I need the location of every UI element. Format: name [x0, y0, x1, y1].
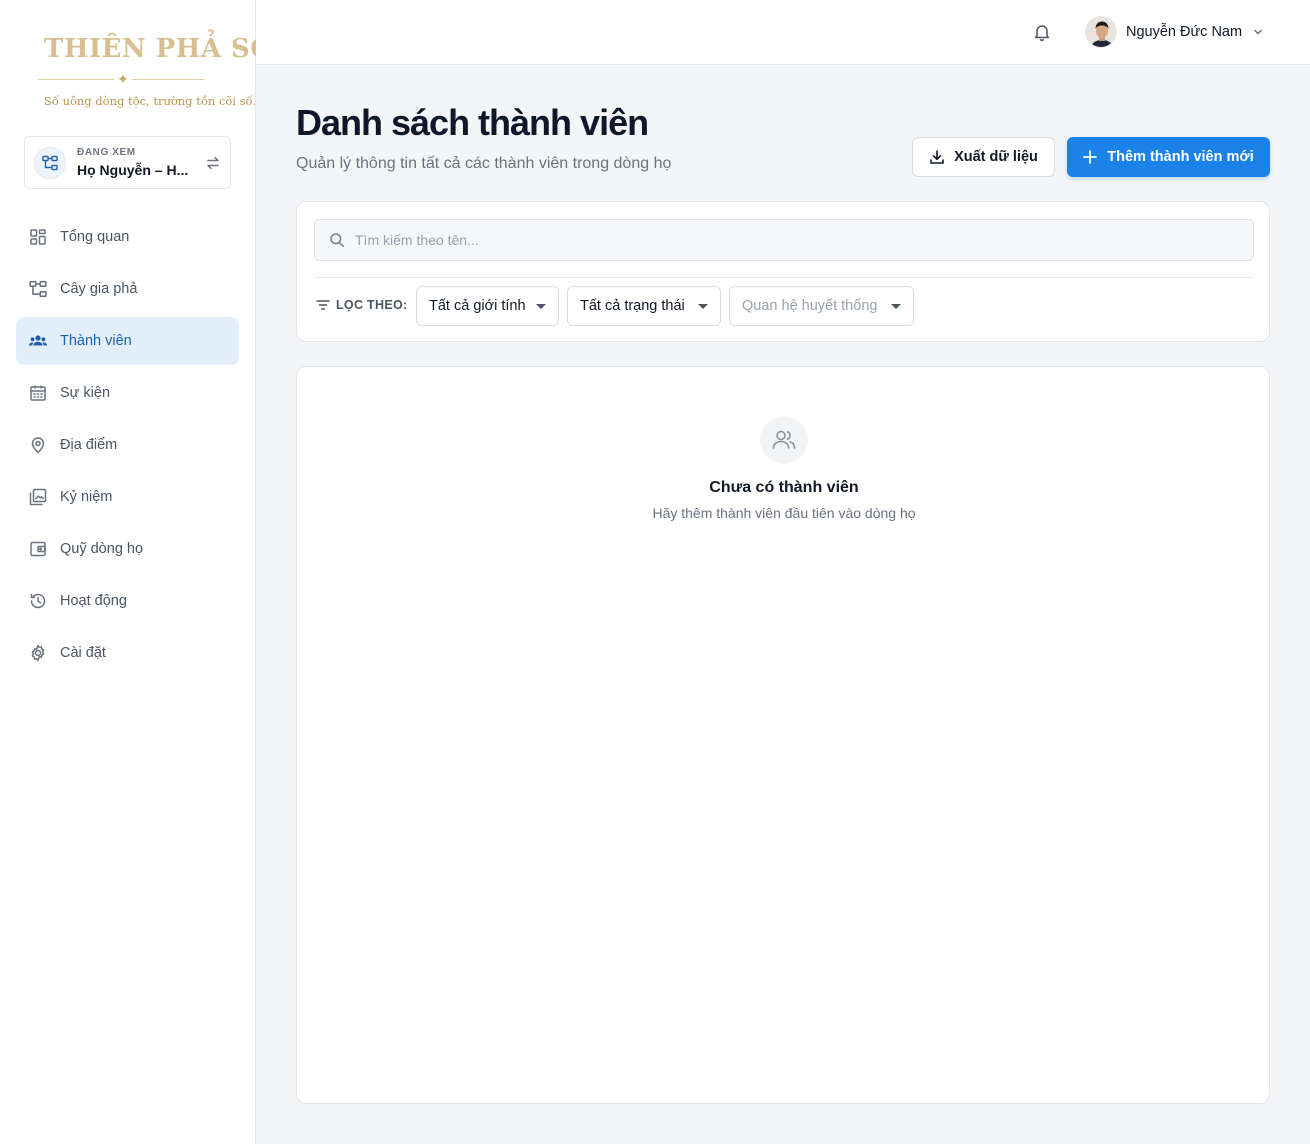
caret-down-icon — [536, 304, 546, 309]
sidebar-item-members[interactable]: Thành viên — [16, 317, 239, 365]
sidebar-item-memories[interactable]: Kỷ niệm — [16, 473, 239, 521]
filter-divider — [314, 277, 1254, 278]
sidebar-item-label: Quỹ dòng họ — [60, 541, 144, 557]
sidebar-item-label: Thành viên — [60, 333, 132, 349]
filter-label-text: LỌC THEO: — [336, 298, 408, 312]
dashboard-icon — [28, 227, 48, 247]
location-pin-icon — [28, 435, 48, 455]
export-data-label: Xuất dữ liệu — [954, 149, 1038, 165]
search-box — [314, 219, 1254, 261]
search-input[interactable] — [355, 220, 1235, 260]
sidebar-item-label: Kỷ niệm — [60, 489, 113, 505]
avatar — [1085, 16, 1117, 48]
filter-panel: LỌC THEO: Tất cả giới tính Tất cả trạng … — [296, 201, 1270, 342]
member-list: Chưa có thành viên Hãy thêm thành viên đ… — [296, 366, 1270, 1104]
caret-down-icon — [891, 304, 901, 309]
swap-icon[interactable] — [204, 154, 222, 172]
sidebar-item-family-tree[interactable]: Cây gia phả — [16, 265, 239, 313]
family-tree-icon — [34, 147, 66, 179]
current-clan-name: Họ Nguyễn – H... — [77, 162, 189, 178]
relation-filter-select[interactable]: Quan hệ huyết thống — [729, 286, 914, 326]
brand-title: THIÊN PHẢ SỐ — [44, 34, 274, 64]
export-data-button[interactable]: Xuất dữ liệu — [912, 137, 1055, 177]
empty-state-title: Chưa có thành viên — [709, 479, 859, 496]
sidebar-item-label: Địa điểm — [60, 437, 118, 453]
sidebar-item-label: Sự kiện — [60, 385, 111, 401]
sidebar-item-overview[interactable]: Tổng quan — [16, 213, 239, 261]
sidebar-nav: Tổng quan Cây gia phả Thành viên Sự kiện… — [16, 213, 239, 681]
clan-switcher[interactable]: ĐANG XEM Họ Nguyễn – H... — [24, 136, 231, 189]
gender-filter-select[interactable]: Tất cả giới tính — [416, 286, 559, 326]
page-subtitle: Quản lý thông tin tất cả các thành viên … — [296, 155, 672, 172]
top-bar: Nguyễn Đức Nam — [256, 0, 1310, 65]
add-member-label: Thêm thành viên mới — [1107, 149, 1254, 165]
user-name: Nguyễn Đức Nam — [1126, 24, 1243, 40]
sidebar-item-events[interactable]: Sự kiện — [16, 369, 239, 417]
sidebar-item-label: Hoạt động — [60, 593, 127, 609]
page-title: Danh sách thành viên — [296, 102, 649, 143]
viewing-caption: ĐANG XEM — [77, 147, 136, 158]
sidebar-item-activity[interactable]: Hoạt động — [16, 577, 239, 625]
status-filter-select[interactable]: Tất cả trạng thái — [567, 286, 721, 326]
sidebar-item-settings[interactable]: Cài đặt — [16, 629, 239, 677]
sidebar-item-locations[interactable]: Địa điểm — [16, 421, 239, 469]
sidebar-item-clan-fund[interactable]: Quỹ dòng họ — [16, 525, 239, 573]
sidebar-item-label: Cây gia phả — [60, 281, 138, 297]
sidebar-item-label: Cài đặt — [60, 645, 106, 661]
calendar-icon — [28, 383, 48, 403]
download-icon — [930, 150, 944, 164]
brand-logo[interactable]: THIÊN PHẢ SỐ ✦ Số uông dòng tộc, trường … — [36, 32, 273, 116]
sparkle-icon: ✦ — [114, 70, 132, 88]
group-outline-icon — [760, 416, 808, 464]
sidebar-item-label: Tổng quan — [60, 229, 130, 245]
relation-filter-placeholder: Quan hệ huyết thống — [742, 298, 878, 314]
plus-icon — [1083, 150, 1098, 164]
history-icon — [28, 591, 48, 611]
add-member-button[interactable]: Thêm thành viên mới — [1067, 137, 1270, 177]
gear-icon — [28, 643, 48, 663]
gender-filter-value: Tất cả giới tính — [429, 298, 526, 314]
wallet-icon — [28, 539, 48, 559]
search-icon — [330, 233, 344, 247]
photo-library-icon — [28, 487, 48, 507]
status-filter-value: Tất cả trạng thái — [580, 298, 685, 314]
chevron-down-icon — [1254, 29, 1262, 35]
brand-slogan: Số uông dòng tộc, trường tồn cõi số. — [44, 94, 257, 108]
user-menu[interactable]: Nguyễn Đức Nam — [1085, 16, 1264, 48]
filter-icon — [316, 300, 330, 310]
bell-icon[interactable] — [1032, 22, 1052, 42]
sidebar: THIÊN PHẢ SỐ ✦ Số uông dòng tộc, trường … — [0, 0, 273, 1144]
caret-down-icon — [698, 304, 708, 309]
group-icon — [28, 331, 48, 351]
empty-state-description: Hãy thêm thành viên đầu tiên vào dòng họ — [652, 505, 916, 521]
filter-label: LỌC THEO: — [316, 298, 407, 312]
family-tree-icon — [28, 279, 48, 299]
